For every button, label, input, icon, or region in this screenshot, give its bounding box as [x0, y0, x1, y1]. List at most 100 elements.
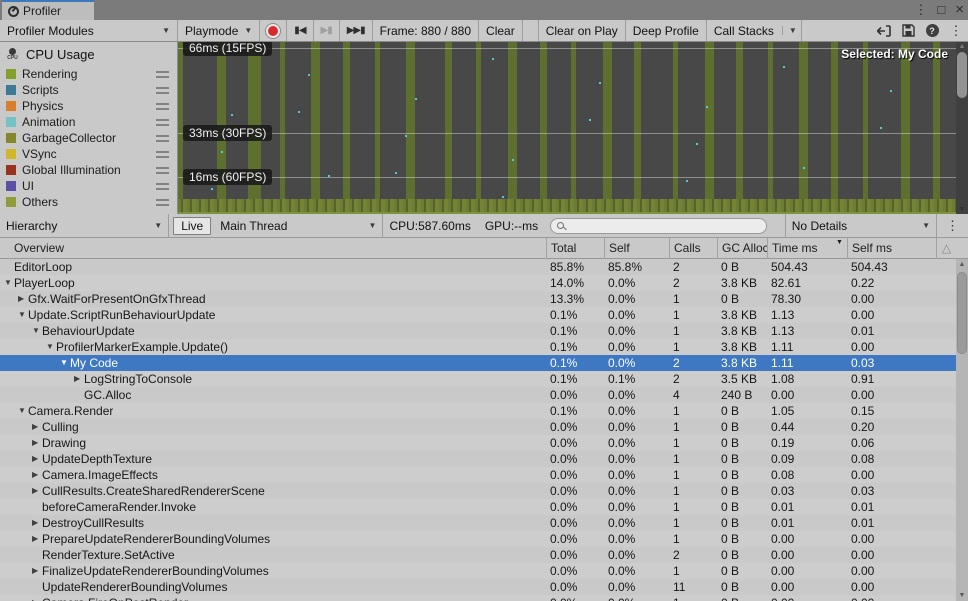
foldout-closed-icon[interactable]: ▶ — [32, 467, 38, 483]
legend-item-physics[interactable]: Physics — [0, 98, 177, 114]
drag-handle-icon[interactable] — [156, 103, 169, 110]
table-row[interactable]: ▶Drawing0.0%0.0%10 B0.190.06 — [0, 435, 956, 451]
legend-item-ui[interactable]: UI — [0, 178, 177, 194]
foldout-closed-icon[interactable]: ▶ — [32, 451, 38, 467]
chart-scrollbar[interactable]: ▲ ▼ — [956, 42, 968, 214]
help-button[interactable]: ? — [920, 20, 944, 41]
table-row[interactable]: RenderTexture.SetActive0.0%0.0%20 B0.000… — [0, 547, 956, 563]
thread-dropdown[interactable]: Main Thread ▼ — [214, 214, 383, 237]
table-scrollbar[interactable]: ▲ ▼ — [956, 259, 968, 601]
table-row[interactable]: ▼ProfilerMarkerExample.Update()0.1%0.0%1… — [0, 339, 956, 355]
drag-handle-icon[interactable] — [156, 183, 169, 190]
hierarchy-kebab-button[interactable]: ⋮ — [937, 214, 968, 237]
scroll-up-icon[interactable]: ▲ — [956, 43, 968, 50]
last-frame-button[interactable]: ▶▶▮ — [340, 20, 373, 41]
cpu-usage-chart[interactable]: 66ms (15FPS)33ms (30FPS)16ms (60FPS) Sel… — [178, 42, 956, 214]
table-row[interactable]: ▶Camera.ImageEffects0.0%0.0%10 B0.080.00 — [0, 467, 956, 483]
close-icon[interactable]: × — [955, 0, 964, 20]
table-row[interactable]: ▶CullResults.CreateSharedRendererScene0.… — [0, 483, 956, 499]
legend-item-garbagecollector[interactable]: GarbageCollector — [0, 130, 177, 146]
foldout-closed-icon[interactable]: ▶ — [32, 419, 38, 435]
table-row[interactable]: EditorLoop85.8%85.8%20 B504.43504.43 — [0, 259, 956, 275]
drag-handle-icon[interactable] — [156, 87, 169, 94]
foldout-open-icon[interactable]: ▼ — [18, 403, 26, 419]
view-mode-dropdown[interactable]: Hierarchy ▼ — [0, 214, 169, 237]
column-header-self[interactable]: Self — [604, 238, 669, 259]
window-menu-icon[interactable]: ⋮ — [914, 0, 927, 20]
table-row[interactable]: ▶PrepareUpdateRendererBoundingVolumes0.0… — [0, 531, 956, 547]
drag-handle-icon[interactable] — [156, 199, 169, 206]
foldout-closed-icon[interactable]: ▶ — [32, 563, 38, 579]
drag-handle-icon[interactable] — [156, 71, 169, 78]
column-header-total[interactable]: Total — [546, 238, 604, 259]
legend-item-animation[interactable]: Animation — [0, 114, 177, 130]
table-row[interactable]: ▼BehaviourUpdate0.1%0.0%13.8 KB1.130.01 — [0, 323, 956, 339]
foldout-closed-icon[interactable]: ▶ — [18, 291, 24, 307]
column-header-gc-alloc[interactable]: GC Alloc — [717, 238, 767, 259]
legend-item-others[interactable]: Others — [0, 194, 177, 210]
table-row[interactable]: ▼PlayerLoop14.0%0.0%23.8 KB82.610.22 — [0, 275, 956, 291]
foldout-open-icon[interactable]: ▼ — [46, 339, 54, 355]
tab-profiler[interactable]: Profiler — [2, 0, 94, 20]
scroll-down-icon[interactable]: ▼ — [956, 206, 968, 213]
table-row[interactable]: UpdateRendererBoundingVolumes0.0%0.0%110… — [0, 579, 956, 595]
legend-item-scripts[interactable]: Scripts — [0, 82, 177, 98]
drag-handle-icon[interactable] — [156, 135, 169, 142]
call-stacks-button[interactable]: Call Stacks ▼ — [707, 20, 802, 41]
legend-item-rendering[interactable]: Rendering — [0, 66, 177, 82]
save-profile-button[interactable] — [896, 20, 920, 41]
profiler-modules-dropdown[interactable]: Profiler Modules ▼ — [0, 20, 178, 41]
table-row[interactable]: ▶DestroyCullResults0.0%0.0%10 B0.010.01 — [0, 515, 956, 531]
table-row[interactable]: ▼Camera.Render0.1%0.0%10 B1.050.15 — [0, 403, 956, 419]
drag-handle-icon[interactable] — [156, 167, 169, 174]
clear-button[interactable]: Clear — [479, 20, 523, 41]
scroll-down-icon[interactable]: ▼ — [956, 592, 968, 599]
table-row[interactable]: ▶FinalizeUpdateRendererBoundingVolumes0.… — [0, 563, 956, 579]
foldout-open-icon[interactable]: ▼ — [60, 355, 68, 371]
legend-item-global-illumination[interactable]: Global Illumination — [0, 162, 177, 178]
toolbar-kebab-button[interactable]: ⋮ — [944, 20, 968, 41]
column-header-overview[interactable]: Overview — [0, 238, 546, 259]
table-row[interactable]: ▶UpdateDepthTexture0.0%0.0%10 B0.090.08 — [0, 451, 956, 467]
table-scrollbar-thumb[interactable] — [957, 272, 967, 354]
cpu-usage-module[interactable]: CPU CPU Usage — [0, 42, 177, 66]
search-field[interactable] — [550, 218, 767, 234]
table-row[interactable]: ▶LogStringToConsole0.1%0.1%23.5 KB1.080.… — [0, 371, 956, 387]
column-header-time-ms[interactable]: Time ms — [767, 238, 847, 259]
chart-scrollbar-thumb[interactable] — [957, 52, 967, 98]
foldout-closed-icon[interactable]: ▶ — [32, 483, 38, 499]
details-dropdown[interactable]: No Details ▼ — [785, 214, 937, 237]
column-header-self-ms[interactable]: Self ms — [847, 238, 936, 259]
drag-handle-icon[interactable] — [156, 151, 169, 158]
legend-item-vsync[interactable]: VSync — [0, 146, 177, 162]
foldout-open-icon[interactable]: ▼ — [4, 275, 12, 291]
table-row[interactable]: ▼My Code0.1%0.0%23.8 KB1.110.03 — [0, 355, 956, 371]
foldout-closed-icon[interactable]: ▶ — [32, 531, 38, 547]
table-row[interactable]: GC.Alloc0.0%0.0%4240 B0.000.00 — [0, 387, 956, 403]
clear-on-play-button[interactable]: Clear on Play — [539, 20, 626, 41]
foldout-open-icon[interactable]: ▼ — [18, 307, 26, 323]
foldout-closed-icon[interactable]: ▶ — [32, 595, 38, 601]
scroll-up-icon[interactable]: ▲ — [956, 261, 968, 268]
deep-profile-button[interactable]: Deep Profile — [626, 20, 707, 41]
maximize-icon[interactable]: □ — [937, 0, 945, 20]
record-button[interactable] — [260, 20, 287, 41]
chart-selected-label: Selected: My Code — [841, 47, 948, 61]
table-row[interactable]: beforeCameraRender.Invoke0.0%0.0%10 B0.0… — [0, 499, 956, 515]
live-toggle[interactable]: Live — [173, 217, 211, 235]
foldout-closed-icon[interactable]: ▶ — [32, 435, 38, 451]
prev-frame-button[interactable]: ▮◀ — [287, 20, 313, 41]
foldout-closed-icon[interactable]: ▶ — [32, 515, 38, 531]
drag-handle-icon[interactable] — [156, 119, 169, 126]
playmode-dropdown[interactable]: Playmode ▼ — [178, 20, 260, 41]
next-frame-button[interactable]: ▶▮ — [314, 20, 340, 41]
search-input[interactable] — [568, 220, 760, 232]
foldout-open-icon[interactable]: ▼ — [32, 323, 40, 339]
foldout-closed-icon[interactable]: ▶ — [74, 371, 80, 387]
table-row[interactable]: ▼Update.ScriptRunBehaviourUpdate0.1%0.0%… — [0, 307, 956, 323]
table-row[interactable]: ▶Camera.FireOnPostRender0.0%0.0%10 B0.00… — [0, 595, 956, 601]
column-header-calls[interactable]: Calls — [669, 238, 717, 259]
table-row[interactable]: ▶Gfx.WaitForPresentOnGfxThread13.3%0.0%1… — [0, 291, 956, 307]
table-row[interactable]: ▶Culling0.0%0.0%10 B0.440.20 — [0, 419, 956, 435]
load-profile-button[interactable] — [872, 20, 896, 41]
